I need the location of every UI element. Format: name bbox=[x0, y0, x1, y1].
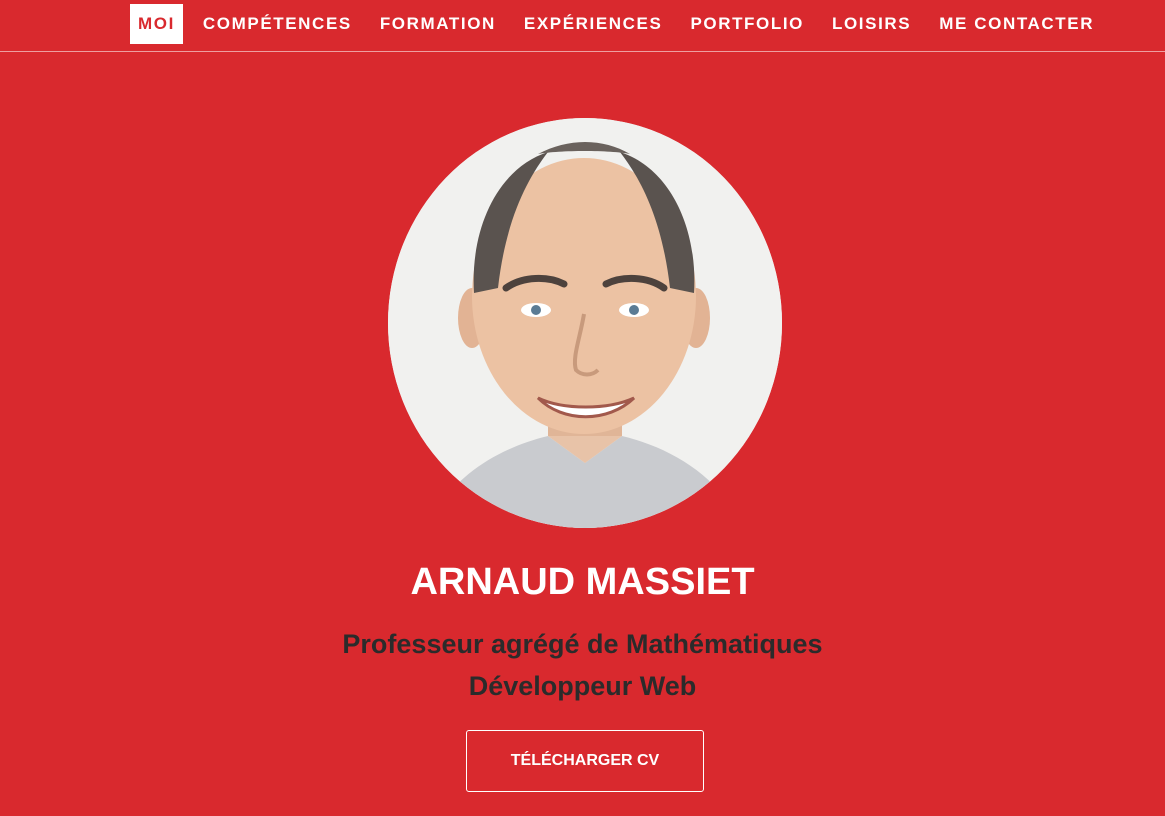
profile-photo bbox=[388, 118, 782, 528]
nav-item-competences[interactable]: COMPÉTENCES bbox=[195, 4, 360, 44]
nav-item-moi[interactable]: MOI bbox=[130, 4, 183, 44]
nav-item-portfolio[interactable]: PORTFOLIO bbox=[682, 4, 812, 44]
nav-item-experiences[interactable]: EXPÉRIENCES bbox=[516, 4, 671, 44]
top-navbar: MOI COMPÉTENCES FORMATION EXPÉRIENCES PO… bbox=[0, 0, 1165, 52]
job-title-web: Développeur Web bbox=[468, 671, 697, 701]
nav-item-loisirs[interactable]: LOISIRS bbox=[824, 4, 919, 44]
job-titles: Professeur agrégé de Mathématiques Dével… bbox=[0, 623, 1165, 707]
job-title-math: Professeur agrégé de Mathématiques bbox=[342, 629, 823, 659]
download-cv-button[interactable]: TÉLÉCHARGER CV bbox=[466, 730, 704, 792]
nav-item-me-contacter[interactable]: ME CONTACTER bbox=[931, 4, 1102, 44]
nav-item-formation[interactable]: FORMATION bbox=[372, 4, 504, 44]
nav-menu: MOI COMPÉTENCES FORMATION EXPÉRIENCES PO… bbox=[130, 4, 1114, 44]
person-name: ARNAUD MASSIET bbox=[410, 561, 755, 603]
profile-photo-illustration bbox=[388, 118, 782, 528]
hero-section: ARNAUD MASSIET Professeur agrégé de Math… bbox=[0, 52, 1165, 816]
